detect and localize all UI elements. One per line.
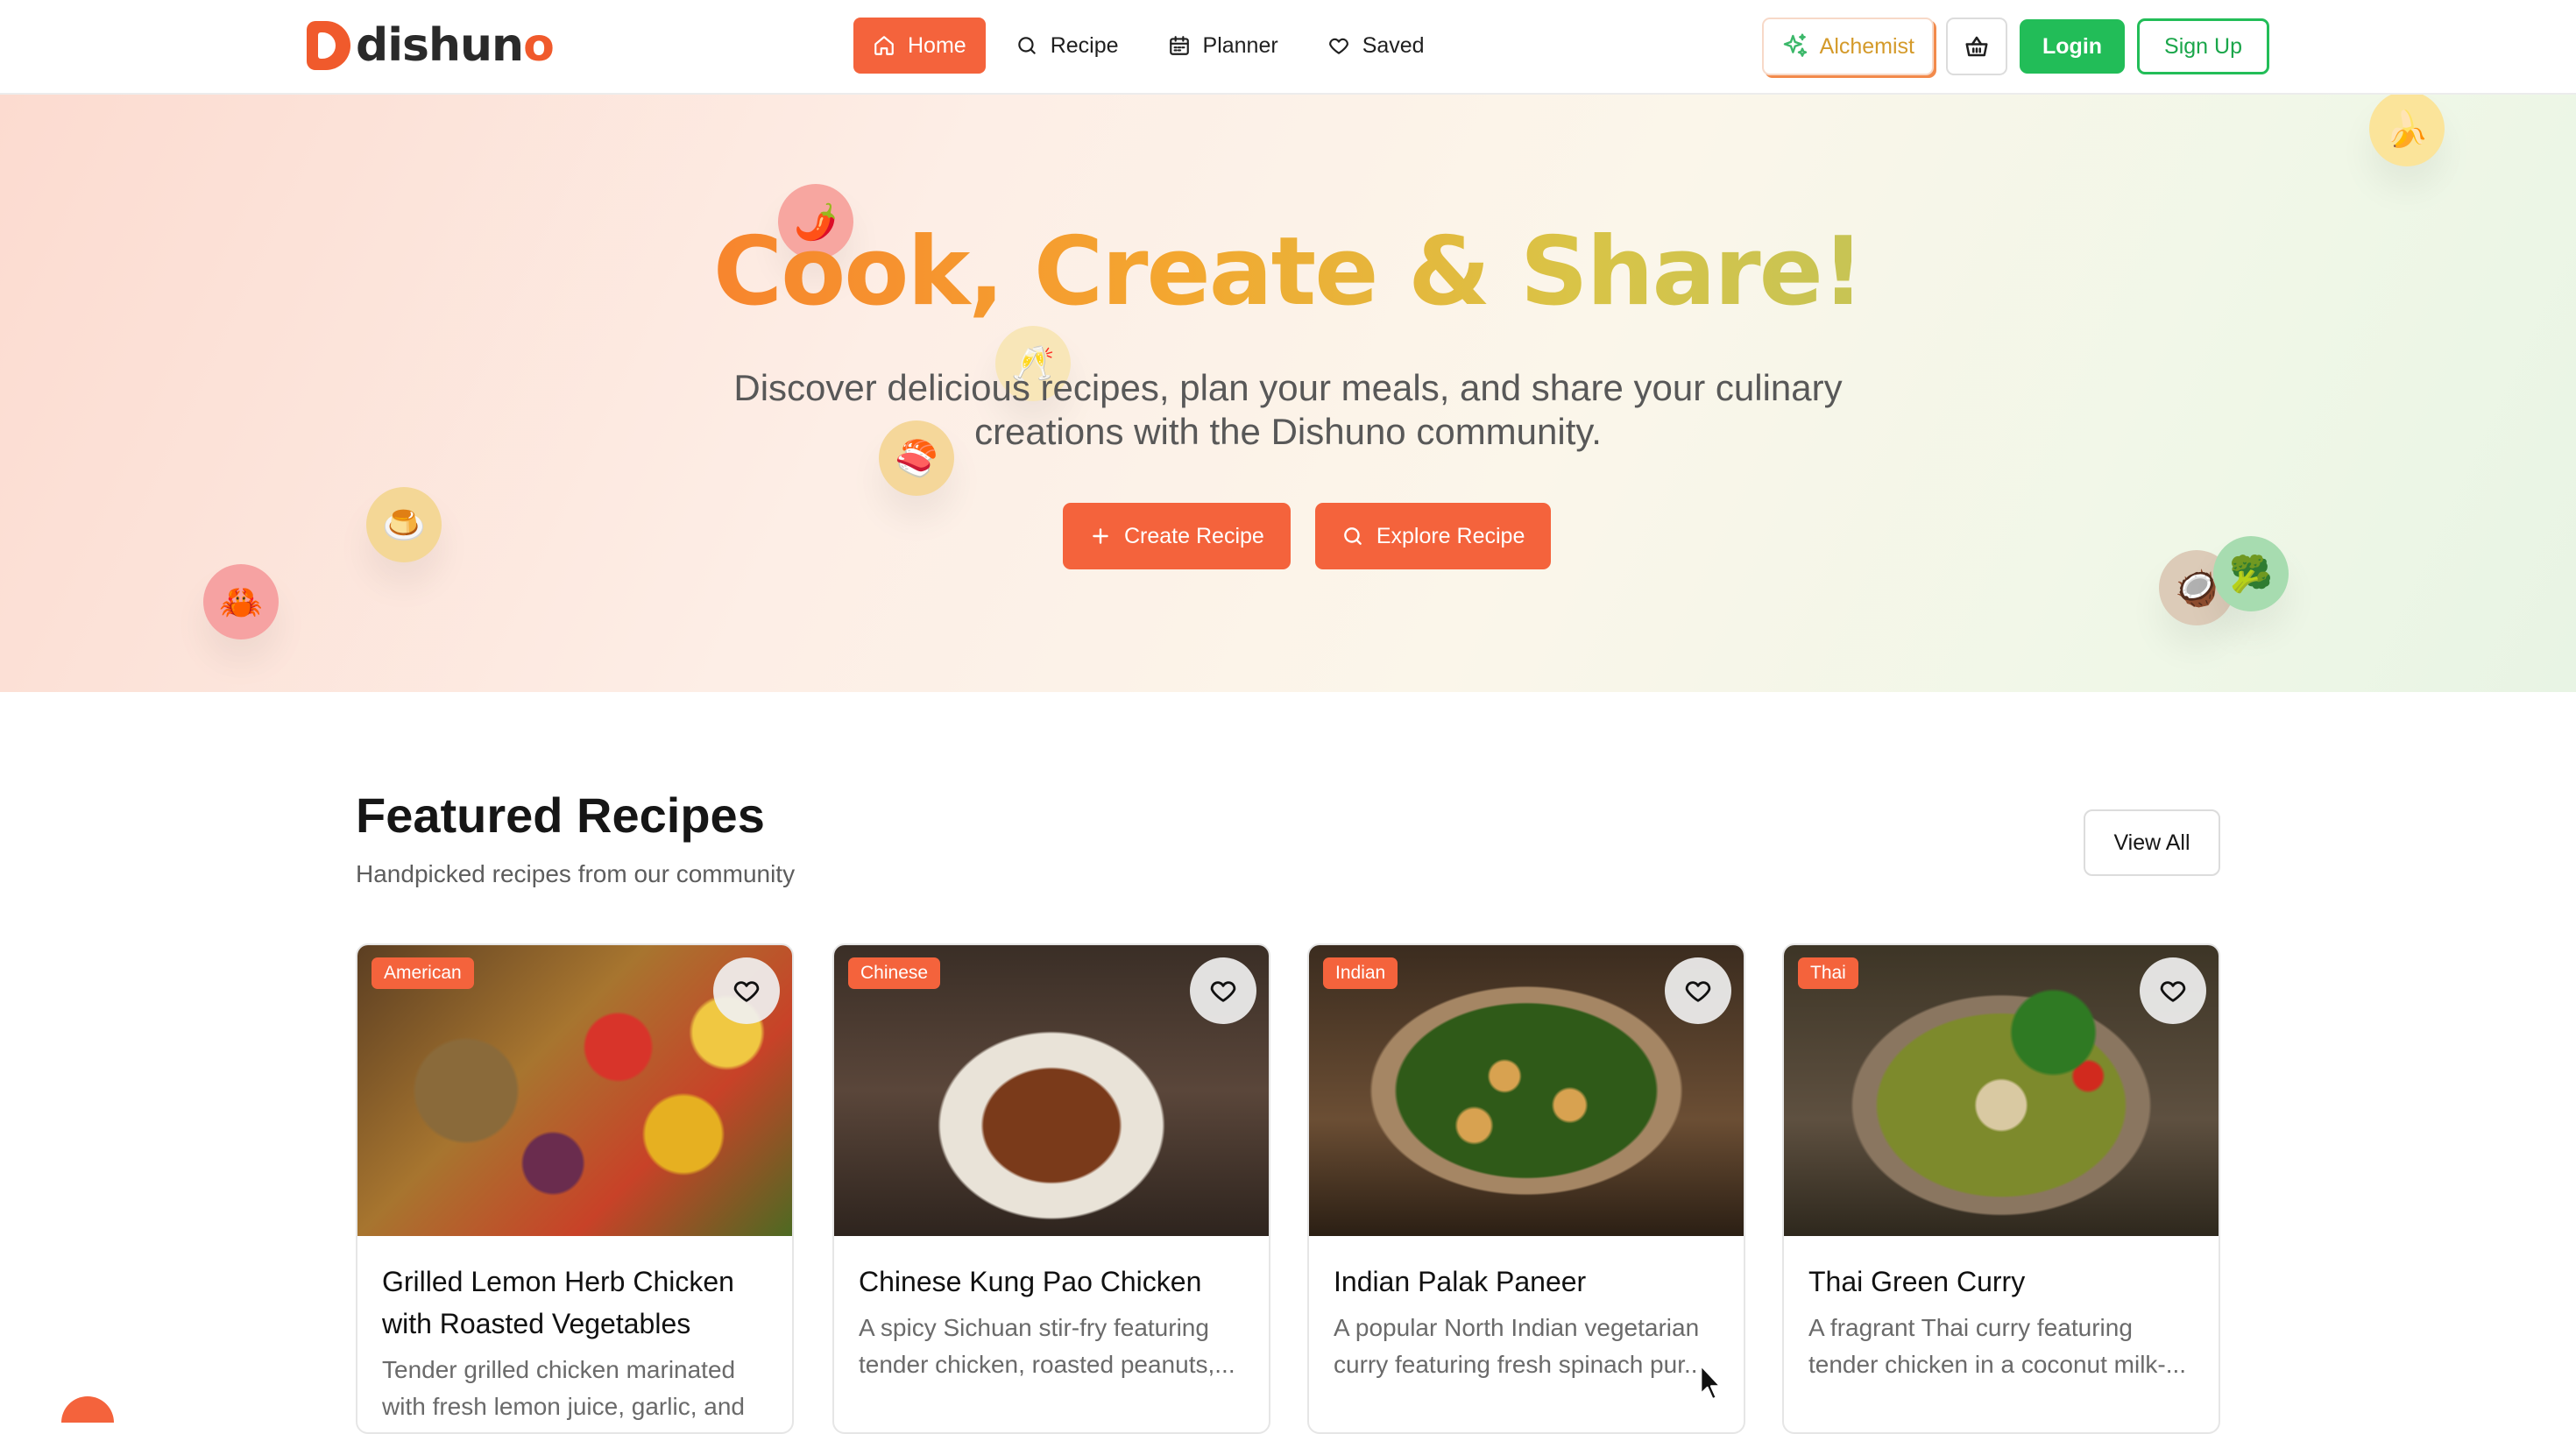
cuisine-badge: Thai (1798, 957, 1858, 989)
plus-icon (1093, 528, 1108, 544)
save-recipe-button[interactable] (713, 957, 780, 1024)
cuisine-badge: American (372, 957, 474, 989)
recipe-title: Grilled Lemon Herb Chicken with Roasted … (382, 1266, 734, 1339)
nav-recipe[interactable]: Recipe (996, 18, 1138, 74)
nav-saved-label: Saved (1362, 32, 1425, 58)
recipe-image: Thai (1784, 945, 2219, 1236)
heart-icon (733, 981, 760, 1002)
recipe-title: Chinese Kung Pao Chicken (859, 1266, 1202, 1297)
calendar-icon (1169, 36, 1189, 55)
heart-icon (2160, 981, 2186, 1002)
nav-actions: Alchemist Login Sign Up (1761, 18, 2269, 75)
nav-recipe-label: Recipe (1050, 32, 1119, 58)
recipe-image: Chinese (834, 945, 1269, 1236)
heart-icon (1210, 981, 1236, 1002)
explore-recipe-button[interactable]: Explore Recipe (1314, 503, 1552, 569)
sparkles-icon (1783, 33, 1807, 57)
top-navbar: dishuno Home Recipe Planner Saved Alchem… (0, 0, 2576, 95)
alchemist-button[interactable]: Alchemist (1761, 18, 1935, 75)
home-icon (874, 36, 894, 55)
heart-icon (1685, 981, 1711, 1002)
search-icon (1017, 37, 1036, 54)
nav-planner[interactable]: Planner (1149, 18, 1298, 74)
login-button[interactable]: Login (2020, 19, 2126, 74)
create-recipe-label: Create Recipe (1124, 523, 1264, 548)
recipe-card[interactable]: Indian Indian Palak Paneer A popular Nor… (1307, 943, 1745, 1434)
nav-saved[interactable]: Saved (1308, 18, 1444, 74)
alchemist-label: Alchemist (1819, 33, 1915, 59)
dishuno-logo[interactable]: dishuno (307, 19, 555, 72)
hero-section: 🌶️ 🥂 🍣 🍮 🦀 🍌 🥥 🥦 Cook, Create & Share! D… (0, 95, 2576, 692)
pudding-emoji-icon: 🍮 (366, 487, 442, 562)
basket-icon (1965, 36, 1988, 57)
recipe-title: Indian Palak Paneer (1334, 1266, 1587, 1297)
save-recipe-button[interactable] (2140, 957, 2206, 1024)
logo-wordmark: dishuno (356, 19, 555, 72)
view-all-button[interactable]: View All (2084, 809, 2220, 876)
save-recipe-button[interactable] (1665, 957, 1731, 1024)
recipe-description: A spicy Sichuan stir-fry featuring tende… (859, 1314, 1235, 1378)
signup-button[interactable]: Sign Up (2137, 18, 2269, 74)
featured-subtitle: Handpicked recipes from our community (356, 860, 796, 887)
recipe-image: American (357, 945, 792, 1236)
recipe-card[interactable]: Chinese Chinese Kung Pao Chicken A spicy… (832, 943, 1270, 1434)
banana-emoji-icon: 🍌 (2369, 95, 2445, 166)
recipe-description: A fragrant Thai curry featuring tender c… (1808, 1314, 2187, 1378)
nav-home-label: Home (908, 32, 966, 58)
explore-recipe-label: Explore Recipe (1376, 523, 1525, 548)
save-recipe-button[interactable] (1190, 957, 1256, 1024)
hero-subtitle: Discover delicious recipes, plan your me… (733, 367, 1843, 452)
recipe-description: Tender grilled chicken marinated with fr… (382, 1356, 745, 1420)
cuisine-badge: Indian (1323, 957, 1398, 989)
create-recipe-button[interactable]: Create Recipe (1063, 503, 1291, 569)
basket-button[interactable] (1946, 18, 2008, 75)
floating-help-button[interactable] (61, 1396, 114, 1423)
hero-actions: Create Recipe Explore Recipe (1063, 503, 1575, 569)
search-icon (1343, 527, 1362, 545)
nav-planner-label: Planner (1202, 32, 1278, 58)
crab-emoji-icon: 🦀 (203, 564, 279, 639)
recipe-card[interactable]: American Grilled Lemon Herb Chicken with… (356, 943, 794, 1434)
recipe-image: Indian (1309, 945, 1744, 1236)
cuisine-badge: Chinese (848, 957, 941, 989)
heart-icon (1328, 38, 1348, 54)
nav-home[interactable]: Home (853, 18, 986, 74)
recipe-description: A popular North Indian vegetarian curry … (1334, 1314, 1705, 1378)
logo-mark-icon (307, 21, 350, 70)
recipe-title: Thai Green Curry (1808, 1266, 2026, 1297)
mouse-cursor-icon (1700, 1364, 1722, 1401)
featured-title: Featured Recipes (356, 788, 765, 843)
main-nav: Home Recipe Planner Saved (853, 18, 1454, 74)
hero-title: Cook, Create & Share! (712, 217, 1865, 327)
recipe-card[interactable]: Thai Thai Green Curry A fragrant Thai cu… (1782, 943, 2220, 1434)
broccoli-emoji-icon: 🥦 (2213, 536, 2289, 611)
